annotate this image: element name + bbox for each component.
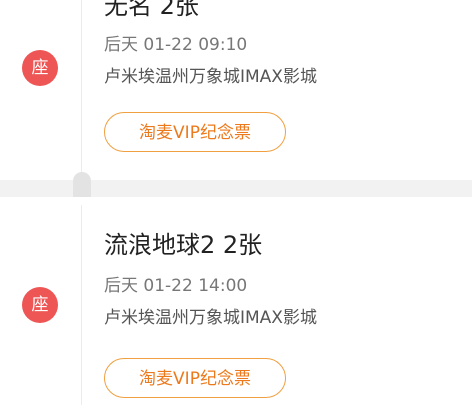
cinema-name: 卢米埃温州万象城IMAX影城: [104, 67, 317, 87]
show-time: 后天 01-22 09:10: [104, 35, 248, 55]
vip-ticket-button[interactable]: 淘麦VIP纪念票: [104, 112, 286, 152]
seat-badge-icon: 座: [22, 287, 58, 323]
cinema-name: 卢米埃温州万象城IMAX影城: [104, 308, 317, 328]
timeline-line: [81, 0, 82, 172]
order-card[interactable]: [0, 0, 472, 180]
movie-title: 无名 2张: [104, 0, 199, 20]
vip-ticket-button[interactable]: 淘麦VIP纪念票: [104, 358, 286, 398]
show-time: 后天 01-22 14:00: [104, 276, 248, 296]
movie-title: 流浪地球2 2张: [104, 231, 263, 259]
timeline-line: [81, 205, 82, 405]
seat-badge-icon: 座: [22, 50, 58, 86]
card-divider: [0, 180, 472, 197]
